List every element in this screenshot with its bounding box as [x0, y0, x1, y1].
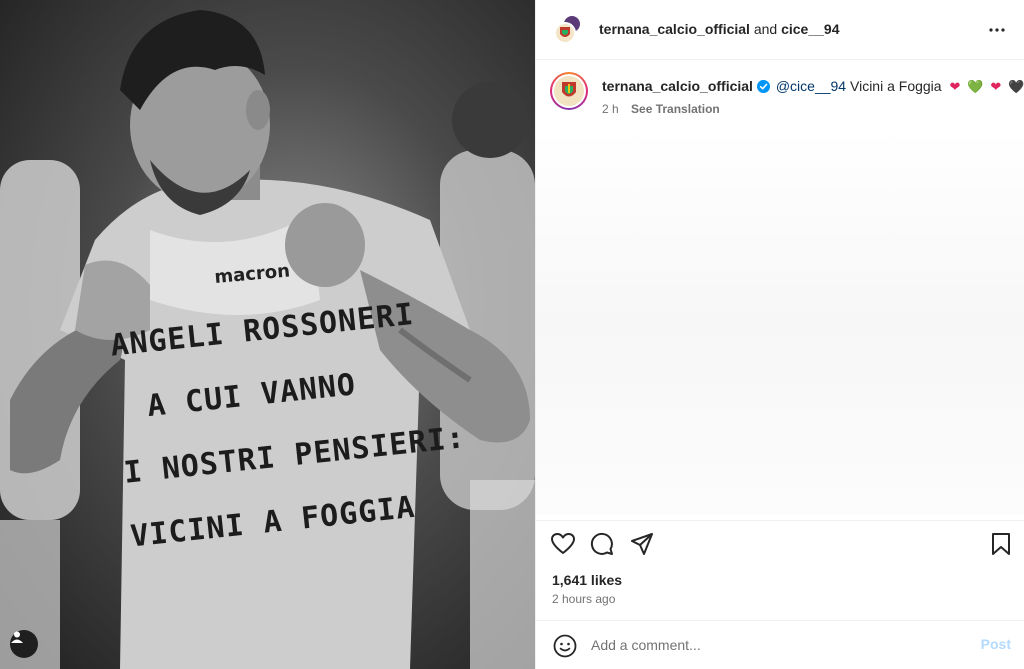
- caption-avatar[interactable]: [550, 72, 588, 110]
- share-icon[interactable]: [629, 531, 655, 557]
- black-heart-icon: 🖤: [1008, 80, 1024, 95]
- author-avatar[interactable]: [554, 22, 576, 44]
- collab-avatars[interactable]: [554, 14, 586, 46]
- caption-mention[interactable]: @cice__94: [776, 78, 846, 94]
- post-photo[interactable]: macron ANGELI ROSSONERI A CUI VANNO I NO…: [0, 0, 535, 669]
- red-heart-icon: ❤: [990, 80, 1002, 95]
- caption-meta: 2 h See Translation: [602, 102, 720, 116]
- emoji-icon[interactable]: [552, 633, 578, 659]
- red-heart-icon: ❤: [949, 80, 961, 95]
- bookmark-icon[interactable]: [988, 531, 1014, 557]
- caption-username[interactable]: ternana_calcio_official: [602, 78, 753, 94]
- caption: ternana_calcio_official @cice__94 Vicini…: [550, 72, 1024, 122]
- post-actions: [536, 520, 1024, 564]
- post-timestamp[interactable]: 2 hours ago: [552, 592, 615, 606]
- comment-input[interactable]: [591, 634, 951, 656]
- heart-icon[interactable]: [550, 531, 576, 557]
- collaborator-username[interactable]: cice__94: [781, 21, 839, 37]
- post-header: ternana_calcio_official and cice__94: [536, 0, 1024, 60]
- caption-text-line: ternana_calcio_official @cice__94 Vicini…: [602, 78, 1024, 95]
- verified-badge-icon: [756, 80, 770, 93]
- header-joiner: and: [753, 21, 778, 37]
- caption-age: 2 h: [602, 102, 619, 116]
- comment-icon[interactable]: [589, 531, 615, 557]
- likes-count[interactable]: 1,641 likes: [552, 572, 622, 588]
- shirt-message: ANGELI ROSSONERI A CUI VANNO I NOSTRI PE…: [107, 287, 467, 570]
- caption-hearts: ❤ 💚 ❤ 🖤: [949, 78, 1024, 95]
- post-panel: ternana_calcio_official and cice__94 ter…: [535, 0, 1024, 669]
- post-header-title: ternana_calcio_official and cice__94: [599, 21, 840, 37]
- comments-list[interactable]: [536, 130, 1024, 515]
- caption-body: Vicini a Foggia: [850, 78, 942, 94]
- post-comment-button[interactable]: Post: [981, 636, 1011, 652]
- tagged-users-icon[interactable]: [10, 630, 38, 658]
- comment-bar: Post: [536, 620, 1024, 669]
- more-horizontal-icon[interactable]: [987, 20, 1007, 40]
- club-crest-icon: [562, 82, 576, 97]
- author-username[interactable]: ternana_calcio_official: [599, 21, 750, 37]
- see-translation-link[interactable]: See Translation: [631, 102, 720, 116]
- green-heart-icon: 💚: [967, 80, 984, 95]
